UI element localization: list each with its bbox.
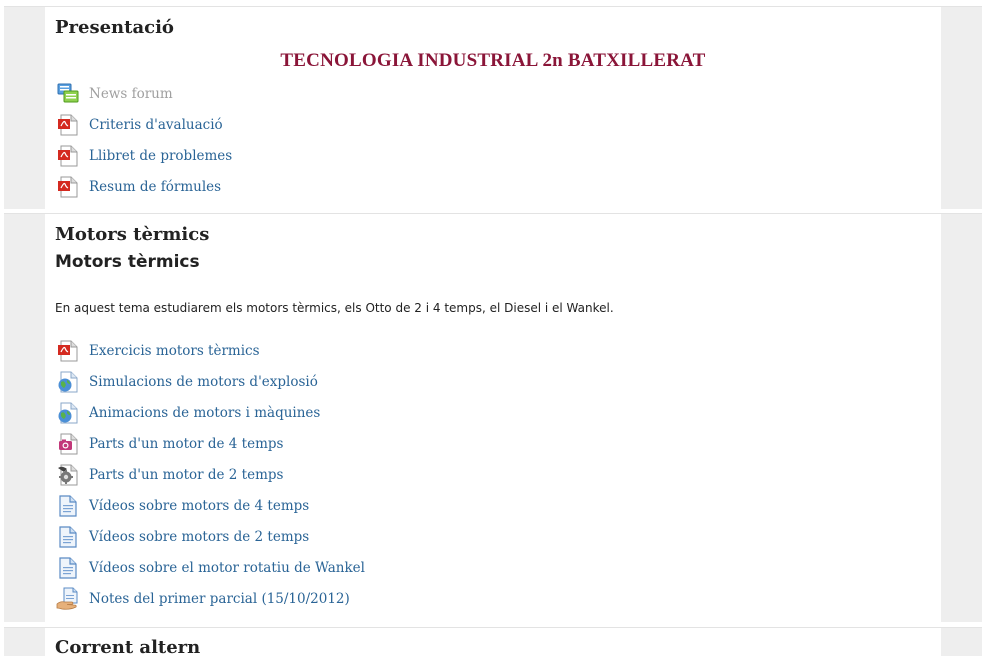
activity-link[interactable]: Animacions de motors i màquines (89, 405, 320, 421)
flash-file-icon (58, 464, 78, 486)
activity-link[interactable]: Notes del primer parcial (15/10/2012) (89, 591, 350, 607)
activity-resum[interactable]: Resum de fórmules (56, 175, 221, 199)
activity-criteris[interactable]: Criteris d'avaluació (56, 113, 223, 137)
pdf-icon (58, 340, 78, 362)
course-headline: TECNOLOGIA INDUSTRIAL 2n BATXILLERAT (280, 50, 706, 71)
section-left-side (4, 628, 45, 656)
section-content: Presentació TECNOLOGIA INDUSTRIAL 2n BAT… (45, 7, 941, 209)
activity-news-forum[interactable]: News forum (56, 82, 173, 106)
section-corrent-altern: Corrent altern (4, 627, 982, 658)
activity-link[interactable]: Exercicis motors tèrmics (89, 343, 260, 359)
activity-simulacions[interactable]: Simulacions de motors d'explosió (56, 370, 318, 394)
pdf-icon (58, 114, 78, 136)
activity-videos-4-temps[interactable]: Vídeos sobre motors de 4 temps (56, 494, 309, 518)
activity-notes-parcial[interactable]: Notes del primer parcial (15/10/2012) (56, 587, 350, 611)
document-icon (59, 495, 77, 517)
forum-icon (57, 83, 79, 103)
section-summary: En aquest tema estudiarem els motors tèr… (55, 301, 614, 315)
section-left-side (4, 7, 45, 209)
section-content: Corrent altern (45, 628, 941, 658)
section-right-side (941, 214, 982, 622)
section-subheading: Motors tèrmics (55, 252, 200, 272)
section-title: Presentació (55, 17, 174, 38)
activity-link[interactable]: Parts d'un motor de 4 temps (89, 436, 283, 452)
activity-link[interactable]: Llibret de problemes (89, 148, 232, 164)
activity-link[interactable]: Resum de fórmules (89, 179, 221, 195)
activity-link[interactable]: Criteris d'avaluació (89, 117, 223, 133)
activity-link[interactable]: Vídeos sobre motors de 4 temps (89, 498, 309, 514)
section-left-side (4, 214, 45, 622)
image-file-icon (59, 433, 78, 455)
section-right-side (941, 628, 982, 656)
document-icon (59, 557, 77, 579)
activity-link[interactable]: Vídeos sobre motors de 2 temps (89, 529, 309, 545)
section-title: Motors tèrmics (55, 224, 210, 245)
activity-videos-2-temps[interactable]: Vídeos sobre motors de 2 temps (56, 525, 309, 549)
activity-exercicis[interactable]: Exercicis motors tèrmics (56, 339, 260, 363)
activity-link[interactable]: News forum (89, 86, 173, 102)
pdf-icon (58, 176, 78, 198)
activity-animacions[interactable]: Animacions de motors i màquines (56, 401, 320, 425)
activity-link[interactable]: Simulacions de motors d'explosió (89, 374, 318, 390)
activity-llibret[interactable]: Llibret de problemes (56, 144, 232, 168)
assignment-hand-icon (56, 587, 78, 610)
web-link-icon (58, 371, 78, 393)
section-content: Motors tèrmics Motors tèrmics En aquest … (45, 214, 941, 622)
activity-parts-4-temps[interactable]: Parts d'un motor de 4 temps (56, 432, 283, 456)
section-right-side (941, 7, 982, 209)
activity-parts-2-temps[interactable]: Parts d'un motor de 2 temps (56, 463, 283, 487)
activity-link[interactable]: Parts d'un motor de 2 temps (89, 467, 283, 483)
pdf-icon (58, 145, 78, 167)
activity-link[interactable]: Vídeos sobre el motor rotatiu de Wankel (89, 560, 365, 576)
document-icon (59, 526, 77, 548)
web-link-icon (58, 402, 78, 424)
activity-videos-wankel[interactable]: Vídeos sobre el motor rotatiu de Wankel (56, 556, 365, 580)
section-motors-termics: Motors tèrmics Motors tèrmics En aquest … (4, 213, 982, 622)
section-presentacio: Presentació TECNOLOGIA INDUSTRIAL 2n BAT… (4, 6, 982, 209)
